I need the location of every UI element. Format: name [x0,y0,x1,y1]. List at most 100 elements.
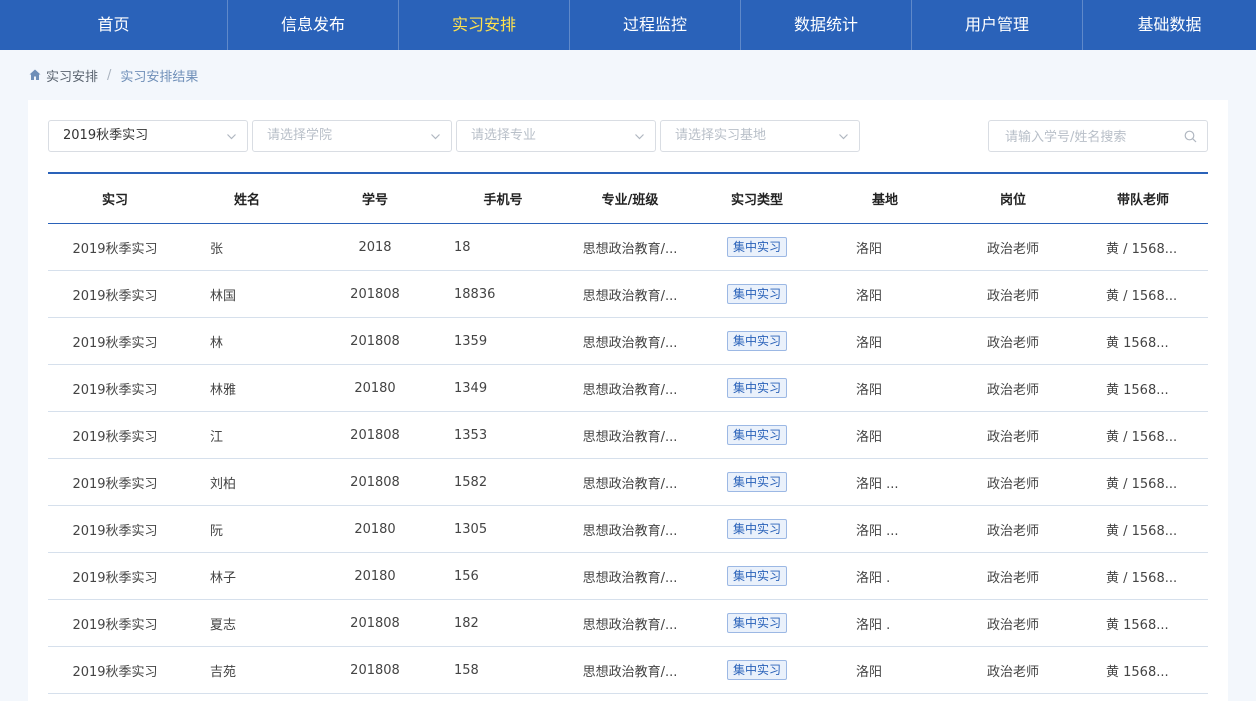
table-row[interactable]: 2019秋季实习 刘柏 201808 1582 思想政治教育/... 集中实习 洛阳 ...… [48,458,1208,506]
cell-student-id: 201808 [312,458,438,506]
search-icon[interactable] [1184,130,1197,143]
chevron-down-icon [839,134,848,140]
cell-internship-type: 集中实习 [692,411,822,459]
cell-base: 洛阳 [822,364,948,412]
table-row[interactable]: 2019秋季实习 夏志 201808 182 思想政治教育/... 集中实习 洛阳 . 政治老… [48,599,1208,647]
nav-data-statistics[interactable]: 数据统计 [741,0,912,50]
cell-name: 江 [182,411,312,459]
cell-major-class: 思想政治教育/... [568,646,692,694]
cell-internship: 2019秋季实习 [48,223,182,271]
cell-internship-type: 集中实习 [692,317,822,365]
cell-internship: 2019秋季实习 [48,552,182,600]
header-col-phone: 手机号 [438,172,568,224]
table-row[interactable]: 2019秋季实习 林子 20180 156 思想政治教育/... 集中实习 洛阳 . 政治老师… [48,552,1208,600]
header-col-base: 基地 [822,172,948,224]
cell-name: 张 [182,223,312,271]
search-input[interactable] [1003,121,1187,153]
nav-info-publish[interactable]: 信息发布 [228,0,399,50]
nav-basic-data[interactable]: 基础数据 [1083,0,1256,50]
table-body: 2019秋季实习张 2018 18 思想政治教育/... 集中实习 洛阳 政治老师黄 / 1… [48,223,1208,694]
cell-position: 政治老师 [948,646,1078,694]
cell-name: 林 [182,317,312,365]
cell-base: 洛阳 . [822,552,948,600]
cell-position: 政治老师 [948,552,1078,600]
cell-name: 林子 [182,552,312,600]
cell-internship-type: 集中实习 [692,270,822,318]
nav-process-monitor[interactable]: 过程监控 [570,0,741,50]
cell-position: 政治老师 [948,411,1078,459]
cell-internship-type: 集中实习 [692,364,822,412]
cell-position: 政治老师 [948,458,1078,506]
cell-position: 政治老师 [948,270,1078,318]
term-select-value: 2019秋季实习 [63,128,149,143]
cell-phone: 1582 [438,458,568,506]
cell-student-id: 20180 [312,552,438,600]
cell-base: 洛阳 ... [822,505,948,553]
cell-student-id: 201808 [312,411,438,459]
nav-user-management[interactable]: 用户管理 [912,0,1083,50]
cell-major-class: 思想政治教育/... [568,317,692,365]
table-row[interactable]: 2019秋季实习林 201808 1359 思想政治教育/... 集中实习 洛阳 政治老师黄… [48,317,1208,365]
internship-type-tag: 集中实习 [726,519,787,539]
cell-major-class: 思想政治教育/... [568,552,692,600]
table-row[interactable]: 2019秋季实习 吉苑 201808 158 思想政治教育/... 集中实习 洛阳 政治老师黄… [48,646,1208,694]
nav-internship-arrangement[interactable]: 实习安排 [399,0,570,50]
cell-base: 洛阳 [822,317,948,365]
cell-phone: 18 [438,223,568,271]
base-select[interactable]: 请选择实习基地 [660,120,860,152]
cell-internship: 2019秋季实习 [48,270,182,318]
cell-teacher: 黄 / 1568... [1078,411,1208,459]
cell-name: 林雅 [182,364,312,412]
top-nav: 首页 信息发布 实习安排 过程监控 数据统计 用户管理 基础数据 [0,0,1256,50]
cell-name: 吉苑 [182,646,312,694]
internship-type-tag: 集中实习 [726,472,787,492]
cell-major-class: 思想政治教育/... [568,411,692,459]
breadcrumb-home[interactable]: 实习安排 [46,66,98,85]
table-row[interactable]: 2019秋季实习 林国 201808 18836 思想政治教育/... 集中实习 洛阳 政治老… [48,270,1208,318]
breadcrumb-separator: / [107,67,112,83]
internship-type-tag: 集中实习 [726,425,787,445]
cell-teacher: 黄 / 1568... [1078,505,1208,553]
cell-base: 洛阳 [822,411,948,459]
header-col-student-id: 学号 [312,172,438,224]
cell-phone: 1359 [438,317,568,365]
cell-name: 刘柏 [182,458,312,506]
header-col-major-class: 专业/班级 [568,172,692,224]
cell-student-id: 201808 [312,317,438,365]
table-row[interactable]: 2019秋季实习张 2018 18 思想政治教育/... 集中实习 洛阳 政治老师黄 / 1… [48,223,1208,271]
nav-home[interactable]: 首页 [0,0,228,50]
table-row[interactable]: 2019秋季实习江 201808 1353 思想政治教育/... 集中实习 洛阳 政治老师黄… [48,411,1208,459]
filter-bar: 2019秋季实习 请选择学院 请选择专业 请选择实习基地 [48,120,1208,153]
cell-position: 政治老师 [948,364,1078,412]
cell-major-class: 思想政治教育/... [568,270,692,318]
header-col-teacher: 带队老师 [1078,172,1208,224]
internship-type-tag: 集中实习 [726,378,787,398]
table-row[interactable]: 2019秋季实习 林雅 20180 1349 思想政治教育/... 集中实习 洛阳 政治老师黄… [48,364,1208,412]
cell-base: 洛阳 . [822,599,948,647]
cell-teacher: 黄 1568... [1078,599,1208,647]
cell-internship: 2019秋季实习 [48,505,182,553]
table-row[interactable]: 2019秋季实习阮 20180 1305 思想政治教育/... 集中实习 洛阳 ... 政治… [48,505,1208,553]
cell-teacher: 黄 / 1568... [1078,458,1208,506]
cell-base: 洛阳 [822,223,948,271]
term-select[interactable]: 2019秋季实习 [48,120,248,152]
header-col-name: 姓名 [182,172,312,224]
chevron-down-icon [635,134,644,140]
cell-student-id: 201808 [312,270,438,318]
chevron-down-icon [227,134,236,140]
major-select[interactable]: 请选择专业 [456,120,656,152]
cell-phone: 1349 [438,364,568,412]
cell-teacher: 黄 1568... [1078,317,1208,365]
cell-teacher: 黄 / 1568... [1078,552,1208,600]
breadcrumb-current: 实习安排结果 [120,69,199,85]
cell-internship: 2019秋季实习 [48,364,182,412]
cell-position: 政治老师 [948,223,1078,271]
college-select[interactable]: 请选择学院 [252,120,452,152]
cell-phone: 158 [438,646,568,694]
breadcrumb: 实习安排 / 实习安排结果 [0,50,1256,100]
internship-type-tag: 集中实习 [726,660,787,680]
cell-major-class: 思想政治教育/... [568,599,692,647]
cell-internship: 2019秋季实习 [48,317,182,365]
home-icon[interactable] [28,68,42,82]
header-col-position: 岗位 [948,172,1078,224]
